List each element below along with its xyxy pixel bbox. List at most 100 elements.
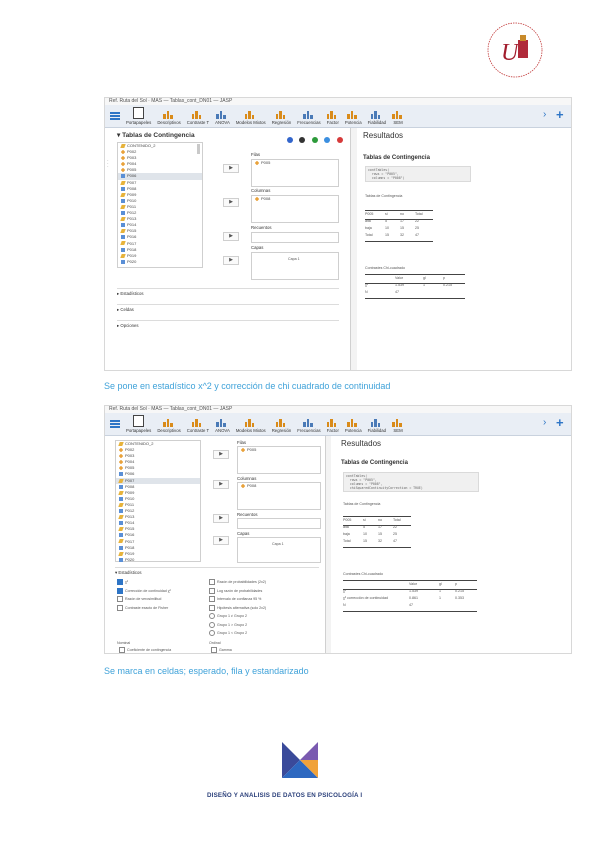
stat-option-label: Corrección de continuidad χ² xyxy=(125,588,171,593)
toolbar-label: ANOVA xyxy=(215,120,230,125)
move-to-capas-button[interactable]: ▶ xyxy=(223,256,239,265)
stat-option[interactable]: Corrección de continuidad χ² xyxy=(117,587,171,594)
move-to-filas-button[interactable]: ▶ xyxy=(223,164,239,173)
list-item[interactable]: P020 xyxy=(116,557,200,563)
gamma-option[interactable]: Gamma xyxy=(211,647,232,653)
toolbar-doc-button[interactable]: Portapapeles xyxy=(126,415,151,433)
section-opciones[interactable]: ▸ Opciones xyxy=(117,320,339,329)
scale-icon xyxy=(120,229,126,234)
toolbar-doc-button[interactable]: Portapapeles xyxy=(126,107,151,125)
filas-box[interactable]: P005 xyxy=(251,159,339,187)
toolbar-label: Potencia xyxy=(344,428,362,433)
menu-icon[interactable] xyxy=(110,420,120,428)
toolbar-label: SEM xyxy=(393,120,403,125)
capas-label: Capas xyxy=(251,245,264,250)
stat-option[interactable]: Grupo 1 ≠ Grupo 2 xyxy=(209,613,266,619)
edit-icon[interactable] xyxy=(299,137,306,143)
arrow-right-icon[interactable]: › xyxy=(543,417,546,428)
table-header-cell: Valor xyxy=(395,276,404,280)
toolbar-reliability-button[interactable]: Fiabilidad xyxy=(368,109,386,125)
duplicate-icon[interactable] xyxy=(311,137,318,143)
variable-list[interactable]: CONTENIDO_2 P002 P003 P004 P005 P006 P007 P008 P… xyxy=(115,440,201,562)
toolbar-bar-button[interactable]: Descriptivos xyxy=(157,417,181,433)
move-to-recuentos-button[interactable]: ▶ xyxy=(223,232,239,241)
stat-option[interactable]: Grupo 1 > Grupo 2 xyxy=(209,621,266,628)
toolbar-power-button[interactable]: Potencia xyxy=(345,109,362,125)
filas-box[interactable]: P005 xyxy=(237,446,321,474)
stat-option[interactable]: Razón de verosimilitud xyxy=(117,596,171,602)
toolbar-anova-button[interactable]: ANOVA xyxy=(215,109,230,125)
toolbar-mixed-button[interactable]: Modelos Mixtos xyxy=(236,417,266,433)
toolbar-regression-button[interactable]: Regresión xyxy=(272,417,291,433)
stat-option[interactable]: Razón de probabilidades (2x2) xyxy=(209,579,266,585)
variable-label: P020 xyxy=(127,258,137,264)
toolbar-power-button[interactable]: Potencia xyxy=(345,417,362,433)
plus-icon[interactable]: + xyxy=(556,415,564,430)
toolbar-freq-button[interactable]: Frecuencias xyxy=(297,417,321,433)
contingency-coef-option[interactable]: Coeficiente de contingencia xyxy=(119,647,171,653)
recuentos-box[interactable] xyxy=(237,518,321,529)
arrow-right-icon[interactable]: › xyxy=(543,109,546,120)
toolbar-sem-button[interactable]: SEM xyxy=(392,109,404,125)
stat-option[interactable]: Log razón de probabilidades xyxy=(209,587,266,594)
scale-icon xyxy=(118,551,124,556)
stat-option[interactable]: Hipótesis alternativa (solo 2x2) xyxy=(209,604,266,611)
mixed-icon xyxy=(244,109,257,119)
recuentos-box[interactable] xyxy=(251,232,339,243)
stat-option[interactable]: Intervalo de confianza 95 % xyxy=(209,596,266,602)
list-item[interactable]: P020 xyxy=(118,259,202,265)
move-to-columnas-button[interactable]: ▶ xyxy=(223,198,239,207)
toolbar-label: SEM xyxy=(393,428,403,433)
close-icon[interactable] xyxy=(336,137,343,143)
toolbar-anova-button[interactable]: ANOVA xyxy=(215,417,230,433)
toolbar-ttest-button[interactable]: Contraste T xyxy=(187,417,209,433)
toolbar-freq-button[interactable]: Frecuencias xyxy=(297,109,321,125)
toolbar-factor-button[interactable]: Factor xyxy=(327,109,339,125)
nominal-icon xyxy=(120,155,126,161)
section-celdas[interactable]: ▸ Celdas xyxy=(117,304,339,313)
move-to-filas-button[interactable]: ▶ xyxy=(213,450,229,459)
info-icon[interactable] xyxy=(324,137,331,143)
scrollbar[interactable] xyxy=(197,144,200,154)
move-to-recuentos-button[interactable]: ▶ xyxy=(213,514,229,523)
move-to-columnas-button[interactable]: ▶ xyxy=(213,480,229,489)
results-panel: Resultados Tablas de Contingencia contTa… xyxy=(357,128,571,370)
r-syntax: contTables( rows = "P005", columns = "P0… xyxy=(365,166,471,182)
variable-list[interactable]: CONTENIDO_2 P002 P003 P004 P005 P006 P007 P008 P… xyxy=(117,142,203,268)
stat-option[interactable]: Contraste exacto de Fisher xyxy=(117,604,171,611)
freq-icon xyxy=(303,417,315,427)
checkbox-checked-icon xyxy=(117,579,123,585)
scale-icon xyxy=(120,192,126,197)
plus-icon[interactable]: + xyxy=(556,107,564,122)
section-estadisticos[interactable]: ▸ Estadísticos xyxy=(117,288,339,297)
copy-icon[interactable] xyxy=(287,137,293,143)
variable-label: P012 xyxy=(125,508,135,514)
table-cell: 32 xyxy=(400,233,404,237)
toolbar-ttest-button[interactable]: Contraste T xyxy=(187,109,209,125)
capas-box[interactable]: Capa 1 xyxy=(237,537,321,563)
menu-icon[interactable] xyxy=(110,112,120,120)
table-rule xyxy=(343,611,477,612)
scale-icon xyxy=(120,217,126,222)
toolbar-sem-button[interactable]: SEM xyxy=(392,417,404,433)
columnas-box[interactable]: P008 xyxy=(251,195,339,223)
stat-option[interactable]: χ² xyxy=(117,579,171,585)
move-to-capas-button[interactable]: ▶ xyxy=(213,536,229,545)
caption-1: Se pone en estadístico x^2 y corrección … xyxy=(104,381,391,391)
section-estadisticos[interactable]: ▾ Estadísticos xyxy=(115,567,319,576)
variable-label: P005 xyxy=(125,465,135,471)
toolbar-bar-button[interactable]: Descriptivos xyxy=(157,109,181,125)
toolbar-factor-button[interactable]: Factor xyxy=(327,417,339,433)
toolbar-mixed-button[interactable]: Modelos Mixtos xyxy=(236,109,266,125)
table-header-cell: P005 xyxy=(365,212,374,216)
scale-icon xyxy=(118,502,124,507)
variable-label: P009 xyxy=(127,191,137,197)
columnas-box[interactable]: P008 xyxy=(237,482,321,510)
ordinal-icon xyxy=(121,259,125,264)
toolbar-reliability-button[interactable]: Fiabilidad xyxy=(368,417,386,433)
triangle-down-icon[interactable]: ▾ xyxy=(117,132,120,139)
capas-box[interactable]: Capa 1 xyxy=(251,252,339,280)
scale-icon xyxy=(118,527,124,532)
stat-option[interactable]: Grupo 1 < Grupo 2 xyxy=(209,630,266,636)
toolbar-regression-button[interactable]: Regresión xyxy=(272,109,291,125)
